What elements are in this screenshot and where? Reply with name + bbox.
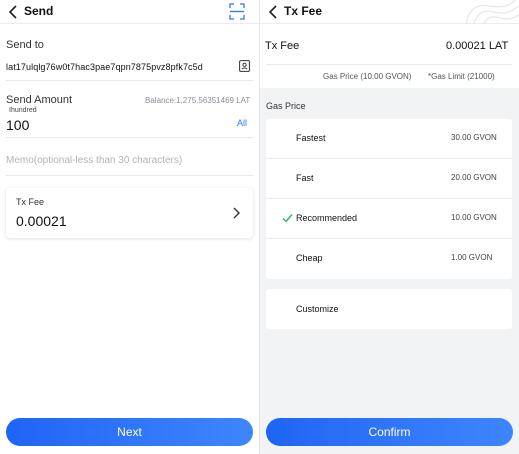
tx-fee-screen: Tx Fee Tx Fee 0.00021 LAT Gas Price (10.… <box>259 0 519 454</box>
customize-option[interactable]: Customize <box>266 289 512 329</box>
tx-fee-header: Tx Fee <box>260 0 519 25</box>
tx-fee-label: Tx Fee <box>16 197 45 207</box>
option-price: 20.00 GVON <box>451 173 497 182</box>
gas-price-info: Gas Price (10.00 GVON) <box>323 72 412 81</box>
amount-hint: Ihundred <box>9 107 37 114</box>
option-cheap[interactable]: Cheap 1.00 GVON <box>266 239 512 279</box>
back-arrow-icon[interactable] <box>7 4 21 20</box>
page-title: Tx Fee <box>284 4 323 18</box>
option-fastest[interactable]: Fastest 30.00 GVON <box>266 119 512 159</box>
send-screen: Send Send to lat17ulqlg76w0t7hac3pae7qpn… <box>0 0 259 454</box>
option-fast[interactable]: Fast 20.00 GVON <box>266 159 512 199</box>
address-book-icon[interactable] <box>239 60 250 72</box>
fee-summary: Tx Fee 0.00021 LAT Gas Price (10.00 GVON… <box>260 24 519 88</box>
send-header: Send <box>0 0 259 24</box>
option-price: 1.00 GVON <box>451 253 493 262</box>
scan-icon[interactable] <box>229 3 245 20</box>
gas-price-label: Gas Price <box>266 101 306 111</box>
tx-fee-value: 0.00021 <box>16 213 67 229</box>
divider <box>6 80 253 81</box>
divider <box>6 137 253 138</box>
back-arrow-icon[interactable] <box>267 4 281 20</box>
gas-limit-info: *Gas Limit (21000) <box>428 72 495 81</box>
balance-text: Balance:1,275.56351469 LAT <box>145 96 251 105</box>
all-button[interactable]: All <box>237 118 247 128</box>
send-to-label: Send to <box>6 39 44 51</box>
amount-input[interactable]: 100 <box>6 117 29 133</box>
send-amount-label: Send Amount <box>6 94 73 106</box>
checkmark-icon <box>282 214 293 223</box>
tx-fee-card[interactable]: Tx Fee 0.00021 <box>6 188 253 238</box>
next-button[interactable]: Next <box>6 418 253 446</box>
gas-price-options: Fastest 30.00 GVON Fast 20.00 GVON Recom… <box>266 119 512 279</box>
divider <box>6 175 253 176</box>
watermark-decoration <box>465 0 519 25</box>
tx-fee-value: 0.00021 LAT <box>446 40 509 52</box>
address-input[interactable]: lat17ulqlg76w0t7hac3pae7qpn7875pvz8pfk7c… <box>6 62 203 72</box>
option-name: Fast <box>296 173 314 183</box>
option-recommended[interactable]: Recommended 10.00 GVON <box>266 199 512 239</box>
option-price: 10.00 GVON <box>451 213 497 222</box>
chevron-right-icon <box>233 207 240 219</box>
confirm-button[interactable]: Confirm <box>266 418 513 446</box>
page-title: Send <box>24 4 54 18</box>
customize-label: Customize <box>296 304 339 314</box>
option-name: Fastest <box>296 133 326 143</box>
divider <box>266 64 512 65</box>
option-name: Cheap <box>296 253 323 263</box>
memo-input[interactable]: Memo(optional-less than 30 characters) <box>6 155 182 166</box>
option-name: Recommended <box>296 213 358 223</box>
tx-fee-label: Tx Fee <box>265 40 300 52</box>
option-price: 30.00 GVON <box>451 133 497 142</box>
